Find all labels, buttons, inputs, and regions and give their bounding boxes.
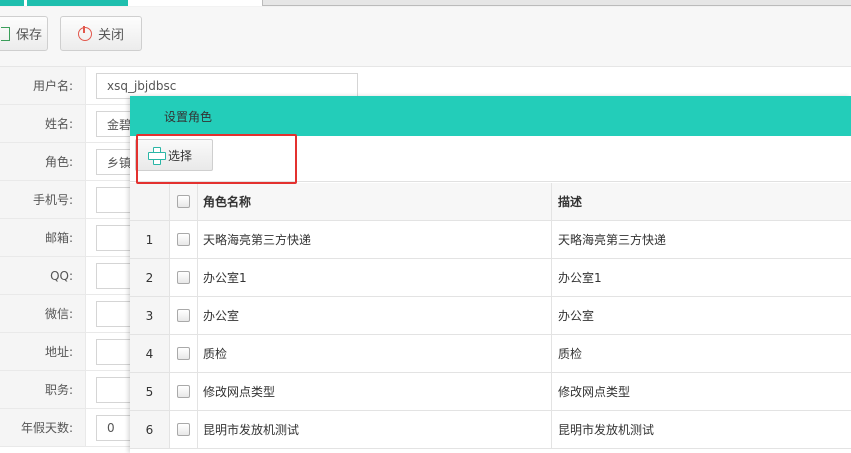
form-label: 邮箱: — [0, 219, 86, 256]
row-checkbox[interactable] — [177, 309, 190, 322]
tab-active[interactable] — [0, 0, 128, 6]
form-label: 姓名: — [0, 105, 86, 142]
set-role-dialog: 设置角色 选择 角色名称 描述 1 天略海亮第三方快递 天略海亮第三方快递 2 … — [130, 96, 851, 453]
row-number: 1 — [130, 221, 170, 258]
description-cell: 昆明市发放机测试 — [558, 423, 655, 437]
form-label: 地址: — [0, 333, 86, 370]
tab-inactive[interactable] — [262, 0, 851, 6]
role-name-cell: 修改网点类型 — [198, 373, 552, 410]
save-icon — [1, 26, 10, 41]
row-checkbox[interactable] — [177, 423, 190, 436]
save-label: 保存 — [16, 28, 43, 43]
toolbar: 保存 关闭 — [0, 7, 851, 67]
row-checkbox-cell — [170, 259, 198, 296]
row-checkbox-cell — [170, 335, 198, 372]
role-name-cell: 质检 — [198, 335, 552, 372]
role-name-cell: 办公室 — [198, 297, 552, 334]
form-label: 手机号: — [0, 181, 86, 218]
table-header: 角色名称 描述 — [130, 183, 851, 221]
row-checkbox[interactable] — [177, 233, 190, 246]
description-cell: 修改网点类型 — [558, 385, 631, 399]
row-number: 3 — [130, 297, 170, 334]
table-row[interactable]: 5 修改网点类型 修改网点类型 — [130, 373, 851, 411]
row-checkbox-cell — [170, 297, 198, 334]
row-checkbox[interactable] — [177, 271, 190, 284]
tab-separator — [24, 0, 27, 6]
close-button[interactable]: 关闭 — [60, 16, 142, 51]
dialog-title[interactable]: 设置角色 — [130, 96, 851, 136]
column-header-role-name[interactable]: 角色名称 — [198, 183, 552, 220]
header-row-number — [130, 183, 170, 220]
form-label: 微信: — [0, 295, 86, 332]
row-checkbox[interactable] — [177, 385, 190, 398]
role-name-cell: 天略海亮第三方快递 — [198, 221, 552, 258]
tab-blank — [128, 0, 262, 6]
row-checkbox-cell — [170, 373, 198, 410]
table-row[interactable]: 6 昆明市发放机测试 昆明市发放机测试 — [130, 411, 851, 449]
row-number: 6 — [130, 411, 170, 448]
row-checkbox-cell — [170, 411, 198, 448]
description-cell: 办公室 — [558, 309, 595, 323]
column-header-description[interactable]: 描述 — [552, 183, 851, 220]
power-icon — [77, 25, 92, 41]
role-name-cell: 昆明市发放机测试 — [198, 411, 552, 448]
tab-bar — [0, 0, 851, 7]
row-number: 2 — [130, 259, 170, 296]
select-label: 选择 — [168, 148, 193, 163]
row-number: 4 — [130, 335, 170, 372]
select-button[interactable]: 选择 — [135, 139, 213, 171]
table-row[interactable]: 2 办公室1 办公室1 — [130, 259, 851, 297]
form-label: 用户名: — [0, 67, 86, 104]
role-name-cell: 办公室1 — [198, 259, 552, 296]
dialog-toolbar: 选择 — [130, 136, 851, 182]
row-checkbox[interactable] — [177, 347, 190, 360]
row-number: 5 — [130, 373, 170, 410]
form-label: 职务: — [0, 371, 86, 408]
table-row[interactable]: 4 质检 质检 — [130, 335, 851, 373]
form-label: QQ: — [0, 257, 86, 294]
table-row[interactable]: 3 办公室 办公室 — [130, 297, 851, 335]
plus-icon — [148, 147, 166, 165]
row-checkbox-cell — [170, 221, 198, 258]
form-label: 角色: — [0, 143, 86, 180]
description-cell: 天略海亮第三方快递 — [558, 233, 667, 247]
description-cell: 质检 — [558, 347, 583, 361]
table-row[interactable]: 1 天略海亮第三方快递 天略海亮第三方快递 — [130, 221, 851, 259]
header-checkbox-cell — [170, 183, 198, 220]
select-all-checkbox[interactable] — [177, 195, 190, 208]
description-cell: 办公室1 — [558, 271, 602, 285]
close-label: 关闭 — [97, 28, 124, 43]
save-button[interactable]: 保存 — [0, 16, 48, 51]
form-label: 年假天数: — [0, 409, 86, 446]
